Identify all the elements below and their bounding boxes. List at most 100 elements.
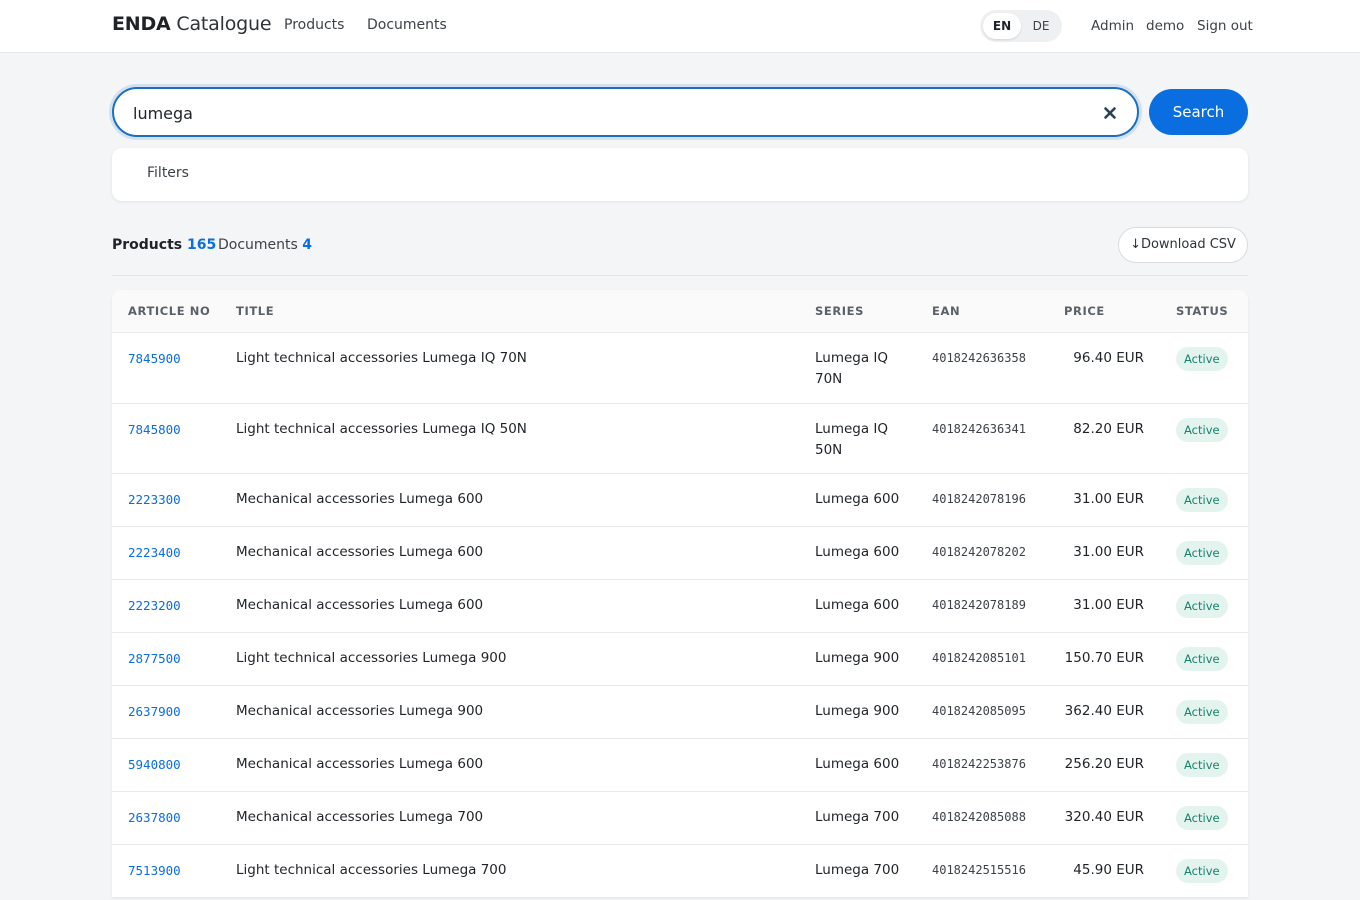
- product-ean: 4018242078189: [932, 598, 1026, 612]
- col-price[interactable]: PRICE: [1064, 304, 1105, 318]
- product-title: Mechanical accessories Lumega 900: [236, 703, 484, 719]
- user-link[interactable]: demo: [1146, 18, 1184, 34]
- product-price: 96.40 EUR: [1073, 350, 1144, 366]
- filters-toggle[interactable]: Filters: [147, 165, 189, 181]
- article-link[interactable]: 7513900: [128, 860, 181, 881]
- product-price: 362.40 EUR: [1064, 703, 1144, 719]
- lang-de-button[interactable]: DE: [1022, 13, 1060, 39]
- product-price: 256.20 EUR: [1064, 756, 1144, 772]
- article-link[interactable]: 7845800: [128, 419, 181, 440]
- product-title: Mechanical accessories Lumega 600: [236, 491, 484, 507]
- product-price: 31.00 EUR: [1073, 544, 1144, 560]
- table-row[interactable]: 2223400 Mechanical accessories Lumega 60…: [112, 527, 1248, 580]
- product-series: Lumega 700: [815, 862, 900, 878]
- tab-documents-count: 4: [302, 237, 313, 253]
- product-ean: 4018242085101: [932, 651, 1026, 665]
- search-input[interactable]: [133, 101, 1073, 125]
- product-series: Lumega 900: [815, 703, 900, 719]
- article-link[interactable]: 7845900: [128, 348, 181, 369]
- article-link[interactable]: 2637800: [128, 807, 181, 828]
- top-navbar: ENDA Catalogue Products Documents EN DE …: [0, 0, 1360, 53]
- product-price: 150.70 EUR: [1064, 650, 1144, 666]
- product-title: Light technical accessories Lumega 900: [236, 650, 507, 666]
- status-badge: Active: [1176, 594, 1228, 618]
- product-price: 31.00 EUR: [1073, 491, 1144, 507]
- article-link[interactable]: 5940800: [128, 754, 181, 775]
- product-price: 320.40 EUR: [1064, 809, 1144, 825]
- product-ean: 4018242636358: [932, 351, 1026, 365]
- status-badge: Active: [1176, 541, 1228, 565]
- status-badge: Active: [1176, 647, 1228, 671]
- product-title: Light technical accessories Lumega 700: [236, 862, 507, 878]
- search-box: [112, 87, 1139, 137]
- col-ean[interactable]: EAN: [932, 304, 960, 318]
- col-title[interactable]: TITLE: [236, 304, 274, 318]
- status-badge: Active: [1176, 347, 1228, 371]
- product-title: Mechanical accessories Lumega 600: [236, 756, 484, 772]
- status-badge: Active: [1176, 753, 1228, 777]
- product-ean: 4018242085088: [932, 810, 1026, 824]
- product-series: Lumega IQ 50N: [815, 421, 889, 458]
- table-row[interactable]: 2223200 Mechanical accessories Lumega 60…: [112, 580, 1248, 633]
- language-switcher: EN DE: [980, 10, 1062, 42]
- table-row[interactable]: 2223300 Mechanical accessories Lumega 60…: [112, 474, 1248, 527]
- col-status[interactable]: STATUS: [1176, 304, 1228, 318]
- search-button[interactable]: Search: [1149, 89, 1248, 135]
- product-price: 31.00 EUR: [1073, 597, 1144, 613]
- product-price: 82.20 EUR: [1073, 421, 1144, 437]
- product-title: Mechanical accessories Lumega 600: [236, 544, 484, 560]
- table-row[interactable]: 5940800 Mechanical accessories Lumega 60…: [112, 739, 1248, 792]
- status-badge: Active: [1176, 418, 1228, 442]
- col-article-no[interactable]: ARTICLE NO: [128, 304, 210, 318]
- brand-rest: Catalogue: [176, 13, 272, 35]
- close-icon[interactable]: [1099, 102, 1121, 124]
- article-link[interactable]: 2877500: [128, 648, 181, 669]
- products-table: ARTICLE NO TITLE SERIES EAN PRICE STATUS…: [112, 290, 1248, 898]
- table-row[interactable]: 7845900 Light technical accessories Lume…: [112, 333, 1248, 404]
- article-link[interactable]: 2637900: [128, 701, 181, 722]
- product-ean: 4018242078196: [932, 492, 1026, 506]
- status-badge: Active: [1176, 859, 1228, 883]
- divider: [112, 275, 1248, 276]
- product-series: Lumega 600: [815, 756, 900, 772]
- product-series: Lumega 700: [815, 809, 900, 825]
- table-row[interactable]: 7513900 Light technical accessories Lume…: [112, 845, 1248, 898]
- product-ean: 4018242078202: [932, 545, 1026, 559]
- table-row[interactable]: 2877500 Light technical accessories Lume…: [112, 633, 1248, 686]
- product-series: Lumega 600: [815, 491, 900, 507]
- product-title: Light technical accessories Lumega IQ 70…: [236, 350, 527, 366]
- article-link[interactable]: 2223400: [128, 542, 181, 563]
- col-series[interactable]: SERIES: [815, 304, 864, 318]
- product-series: Lumega 600: [815, 544, 900, 560]
- tab-documents-label: Documents: [218, 237, 298, 253]
- product-ean: 4018242636341: [932, 422, 1026, 436]
- lang-en-button[interactable]: EN: [983, 13, 1021, 39]
- product-series: Lumega 900: [815, 650, 900, 666]
- table-row[interactable]: 7845800 Light technical accessories Lume…: [112, 404, 1248, 474]
- tab-documents[interactable]: Documents 4: [218, 237, 312, 253]
- tab-products-label: Products: [112, 237, 183, 253]
- filters-panel: Filters: [112, 148, 1248, 201]
- product-ean: 4018242515516: [932, 863, 1026, 877]
- sign-out-link[interactable]: Sign out: [1197, 18, 1253, 34]
- tab-products[interactable]: Products 165: [112, 237, 216, 253]
- product-title: Light technical accessories Lumega IQ 50…: [236, 421, 527, 437]
- product-series: Lumega IQ 70N: [815, 350, 889, 387]
- download-csv-button[interactable]: ↓Download CSV: [1118, 227, 1248, 263]
- product-series: Lumega 600: [815, 597, 900, 613]
- article-link[interactable]: 2223200: [128, 595, 181, 616]
- nav-products[interactable]: Products: [284, 17, 344, 33]
- product-price: 45.90 EUR: [1073, 862, 1144, 878]
- admin-link[interactable]: Admin: [1091, 18, 1134, 34]
- status-badge: Active: [1176, 700, 1228, 724]
- product-title: Mechanical accessories Lumega 700: [236, 809, 484, 825]
- table-row[interactable]: 2637900 Mechanical accessories Lumega 90…: [112, 686, 1248, 739]
- table-row[interactable]: 2637800 Mechanical accessories Lumega 70…: [112, 792, 1248, 845]
- status-badge: Active: [1176, 806, 1228, 830]
- tab-products-count: 165: [186, 237, 217, 253]
- nav-documents[interactable]: Documents: [367, 17, 447, 33]
- brand-logo[interactable]: ENDA Catalogue: [112, 13, 272, 35]
- brand-bold: ENDA: [112, 13, 171, 35]
- product-ean: 4018242253876: [932, 757, 1026, 771]
- article-link[interactable]: 2223300: [128, 489, 181, 510]
